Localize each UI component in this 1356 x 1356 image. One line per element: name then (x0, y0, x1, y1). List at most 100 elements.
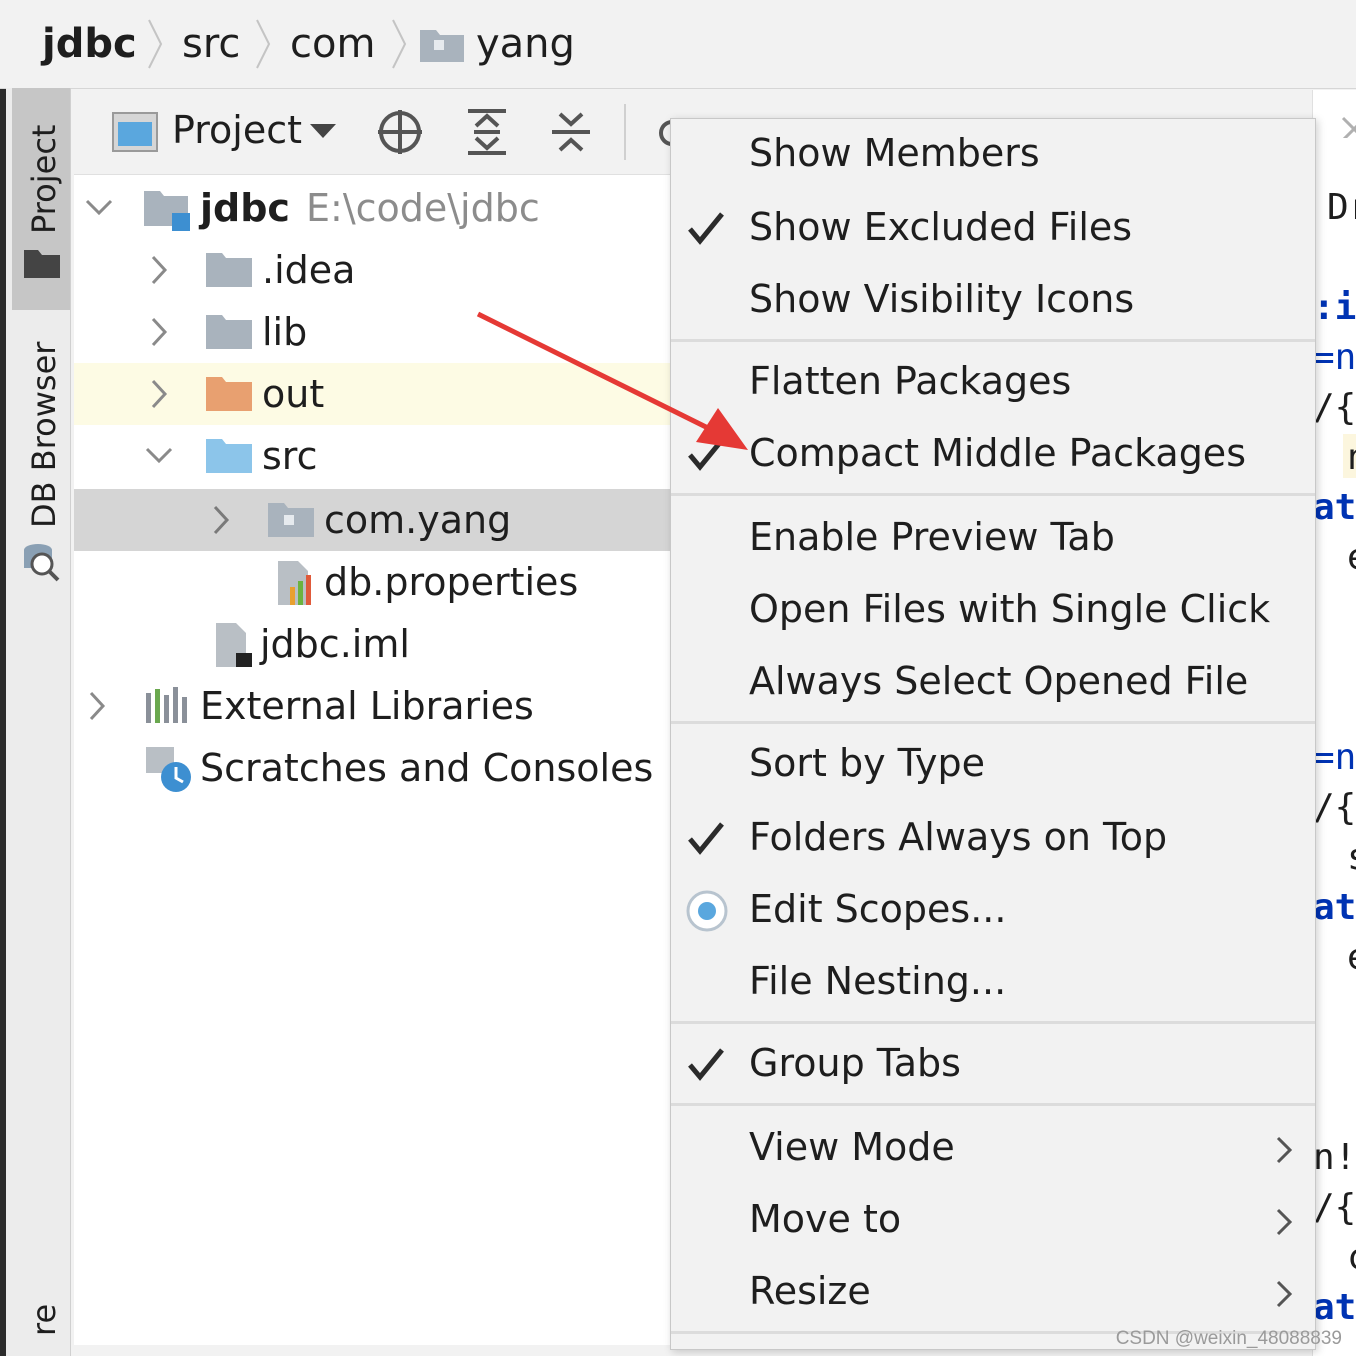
tree-node-out[interactable]: out (74, 363, 670, 425)
code-line: atc (1313, 487, 1356, 528)
checkmark-icon (688, 212, 724, 245)
menu-separator (671, 339, 1315, 342)
code-line: =nu (1313, 737, 1356, 778)
code-line: :ic (1313, 287, 1356, 328)
breadcrumb-separator-icon (392, 19, 407, 69)
root-module-path: E:\code\jdbc (306, 186, 540, 230)
project-view-selector[interactable]: Project (172, 104, 302, 156)
properties-file-icon (278, 561, 311, 605)
project-tool-tab[interactable]: Project (12, 88, 70, 310)
tree-node-jdbc-iml[interactable]: jdbc.iml (74, 613, 670, 675)
bottom-tool-tab-label[interactable]: re (24, 1304, 64, 1336)
submenu-arrow-icon (1276, 1136, 1293, 1164)
locate-file-icon[interactable] (376, 108, 424, 156)
package-folder-icon (420, 30, 464, 62)
code-line: /{ (1313, 387, 1356, 428)
code-line: /{ (1313, 787, 1356, 828)
menu-item-group-tabs[interactable]: Group Tabs (671, 1029, 1315, 1099)
tree-node-jdbc-root[interactable]: jdbc E:\code\jdbc (74, 177, 670, 239)
menu-item-always-select-opened-file[interactable]: Always Select Opened File (671, 647, 1315, 717)
folder-icon (24, 250, 60, 278)
dropdown-arrow-icon[interactable] (310, 124, 336, 140)
menu-item-label: Enable Preview Tab (749, 515, 1115, 559)
library-icon (146, 687, 187, 723)
menu-item-open-files-single-click[interactable]: Open Files with Single Click (671, 575, 1315, 645)
code-line: /{ (1313, 1187, 1356, 1228)
breadcrumb-separator-icon (148, 19, 163, 69)
menu-item-folders-always-on-top[interactable]: Folders Always on Top (671, 803, 1315, 873)
code-line: e (1347, 536, 1356, 580)
chevron-down-icon[interactable] (144, 439, 174, 473)
menu-item-view-mode[interactable]: View Mode (671, 1113, 1315, 1183)
breadcrumb-separator-icon (256, 19, 271, 69)
menu-item-sort-by-type[interactable]: Sort by Type (671, 729, 1315, 799)
module-folder-icon (144, 191, 190, 231)
submenu-arrow-icon (1276, 1280, 1293, 1308)
expand-all-icon[interactable] (464, 108, 510, 156)
code-line: e (1347, 936, 1356, 980)
menu-separator (671, 493, 1315, 496)
menu-item-label: Resize (749, 1269, 871, 1313)
project-tree[interactable]: jdbc E:\code\jdbc .idea lib out src com.… (74, 175, 670, 1345)
code-editor-fragment[interactable]: Dr :ic =nu /{ n atc e =nu /{ s atc e n!=… (1312, 90, 1356, 1356)
project-options-menu: Show Members Show Excluded Files Show Vi… (670, 118, 1316, 1350)
breadcrumb-item-yang[interactable]: yang (476, 18, 575, 70)
checkmark-icon (688, 822, 724, 855)
menu-separator (671, 1021, 1315, 1024)
menu-item-compact-middle-packages[interactable]: Compact Middle Packages (671, 419, 1315, 489)
tree-node-label: jdbc.iml (260, 622, 410, 666)
menu-item-label: Sort by Type (749, 741, 985, 785)
collapse-all-icon[interactable] (548, 108, 594, 156)
code-line: s (1347, 836, 1356, 880)
close-tab-icon[interactable] (1339, 88, 1356, 142)
checkmark-icon (688, 438, 724, 471)
db-browser-tool-tab[interactable]: DB Browser (12, 328, 70, 598)
code-line: n!= (1313, 1137, 1356, 1178)
tree-node-label: External Libraries (200, 684, 534, 728)
menu-item-enable-preview-tab[interactable]: Enable Preview Tab (671, 503, 1315, 573)
code-line: =nu (1313, 337, 1356, 378)
menu-item-edit-scopes[interactable]: Edit Scopes... (671, 875, 1315, 945)
root-module-name: jdbc (200, 186, 290, 230)
tree-node-external-libraries[interactable]: External Libraries (74, 675, 670, 737)
checkmark-icon (688, 1048, 724, 1081)
chevron-down-icon[interactable] (84, 191, 114, 225)
menu-item-resize[interactable]: Resize (671, 1257, 1315, 1327)
chevron-right-icon[interactable] (144, 315, 174, 349)
tree-node-db-properties[interactable]: db.properties (74, 551, 670, 613)
submenu-arrow-icon (1276, 1208, 1293, 1236)
tree-node-com-yang[interactable]: com.yang (74, 489, 670, 551)
chevron-right-icon[interactable] (82, 689, 112, 723)
project-tab-label: Project (25, 124, 63, 234)
scratches-clock-icon (146, 747, 191, 792)
scope-radio-icon (686, 890, 728, 932)
menu-item-label: Folders Always on Top (749, 815, 1168, 859)
menu-item-show-visibility-icons[interactable]: Show Visibility Icons (671, 265, 1315, 335)
menu-item-show-members[interactable]: Show Members (671, 119, 1315, 189)
menu-item-label: Move to (749, 1197, 902, 1241)
excluded-folder-icon (206, 377, 252, 411)
chevron-right-icon[interactable] (144, 253, 174, 287)
code-line: atc (1313, 1287, 1356, 1328)
chevron-right-icon[interactable] (144, 377, 174, 411)
menu-item-move-to[interactable]: Move to (671, 1185, 1315, 1255)
navigation-breadcrumb: jdbc src com yang (0, 0, 1356, 89)
tree-node-label: out (262, 372, 325, 416)
menu-separator (671, 721, 1315, 724)
tree-node-src[interactable]: src (74, 425, 670, 487)
tree-node-label: lib (262, 310, 308, 354)
menu-item-label: File Nesting... (749, 959, 1007, 1003)
tree-node-scratches[interactable]: Scratches and Consoles (74, 737, 670, 799)
breadcrumb-item-src[interactable]: src (182, 18, 240, 70)
db-browser-tab-label: DB Browser (25, 341, 63, 528)
tree-node-idea[interactable]: .idea (74, 239, 670, 301)
breadcrumb-item-jdbc[interactable]: jdbc (42, 18, 137, 70)
menu-item-show-excluded-files[interactable]: Show Excluded Files (671, 193, 1315, 263)
tree-node-lib[interactable]: lib (74, 301, 670, 363)
breadcrumb-item-com[interactable]: com (290, 18, 375, 70)
menu-item-flatten-packages[interactable]: Flatten Packages (671, 347, 1315, 417)
menu-item-label: Flatten Packages (749, 359, 1072, 403)
menu-item-file-nesting[interactable]: File Nesting... (671, 947, 1315, 1017)
chevron-right-icon[interactable] (206, 503, 236, 537)
menu-item-label: Open Files with Single Click (749, 587, 1271, 631)
